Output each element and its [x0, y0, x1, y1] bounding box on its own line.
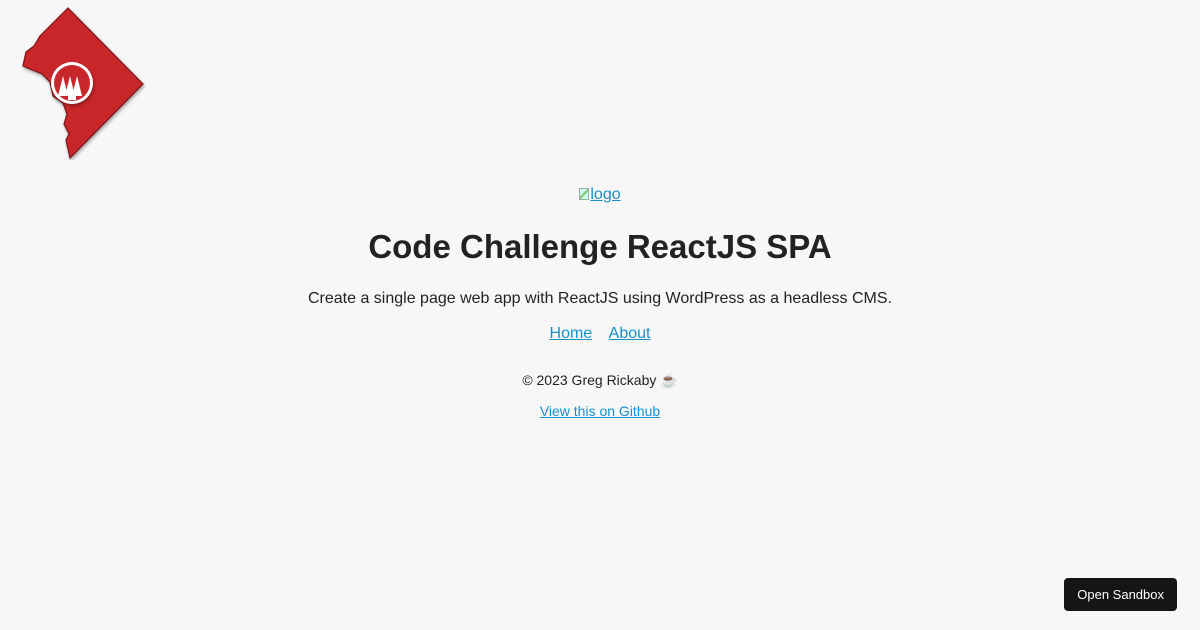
- github-link[interactable]: View this on Github: [540, 403, 660, 419]
- main-content: logo Code Challenge ReactJS SPA Create a…: [0, 184, 1200, 421]
- tagline: Create a single page web app with ReactJ…: [307, 290, 892, 307]
- open-sandbox-button[interactable]: Open Sandbox: [1064, 578, 1177, 611]
- nav-about-link[interactable]: About: [609, 325, 651, 342]
- page-title: Code Challenge ReactJS SPA: [368, 228, 832, 265]
- copyright: © 2023 Greg Rickaby ☕: [522, 372, 678, 388]
- broken-image-icon: [579, 188, 590, 200]
- logo-link[interactable]: logo: [579, 184, 621, 206]
- logo-alt-text: logo: [590, 186, 621, 203]
- main-nav: Home About: [0, 323, 1200, 345]
- dc-map-logo-icon: [22, 7, 144, 160]
- page: logo Code Challenge ReactJS SPA Create a…: [0, 0, 1200, 630]
- nav-home-link[interactable]: Home: [550, 325, 593, 342]
- github-line: View this on Github: [0, 401, 1200, 421]
